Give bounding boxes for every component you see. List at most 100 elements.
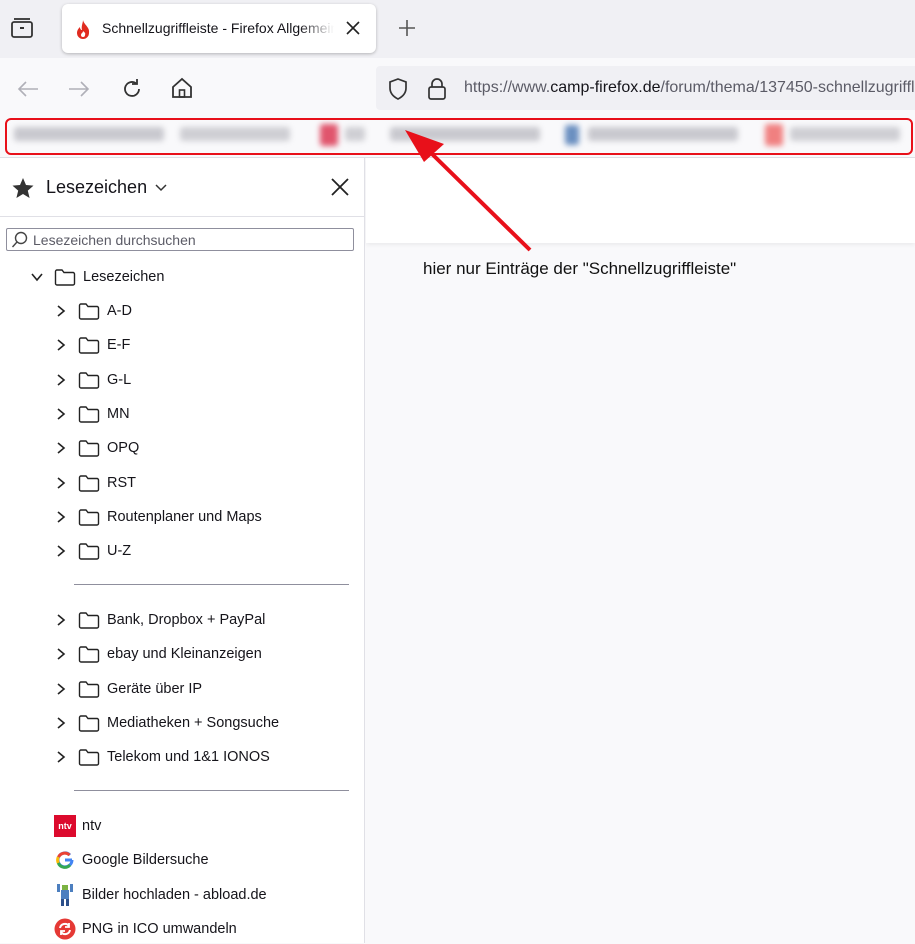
close-sidebar-icon[interactable] (330, 177, 350, 197)
forward-icon[interactable] (67, 79, 91, 99)
svg-text:ntv: ntv (58, 821, 72, 831)
chevron-right-icon[interactable] (54, 682, 68, 696)
bookmark-label: Bilder hochladen - abload.de (82, 886, 267, 903)
bookmark-item[interactable]: Bilder hochladen - abload.de (54, 880, 267, 910)
bookmark-search-input[interactable]: Lesezeichen durchsuchen (6, 228, 354, 251)
tree-folder[interactable]: Mediatheken + Songsuche (54, 708, 279, 738)
tree-folder[interactable]: Geräte über IP (54, 674, 202, 704)
tree-folder[interactable]: RST (54, 468, 136, 498)
folder-icon (78, 748, 100, 766)
chevron-down-icon[interactable] (30, 270, 44, 284)
tab-active[interactable]: Schnellzugriffleiste - Firefox Allgemein (62, 4, 376, 53)
firefox-view-icon[interactable] (10, 17, 34, 39)
abload-favicon-icon (54, 883, 76, 906)
folder-icon (78, 439, 100, 457)
folder-icon (78, 302, 100, 320)
page-content-header (366, 158, 915, 243)
search-placeholder: Lesezeichen durchsuchen (33, 231, 196, 248)
folder-icon (54, 268, 76, 286)
new-tab-icon[interactable] (397, 18, 417, 38)
folder-icon (78, 336, 100, 354)
folder-icon (78, 645, 100, 663)
folder-label: A-D (107, 303, 132, 319)
bookmark-item[interactable]: ntv ntv (54, 811, 101, 841)
annotation-text: hier nur Einträge der "Schnellzugrifflei… (423, 259, 737, 278)
tab-title: Schnellzugriffleiste - Firefox Allgemein (102, 20, 334, 36)
tree-folder[interactable]: ebay und Kleinanzeigen (54, 639, 262, 669)
folder-label: Bank, Dropbox + PayPal (107, 612, 266, 628)
tree-folder[interactable]: G-L (54, 365, 131, 395)
bookmark-label: PNG in ICO umwandeln (82, 920, 237, 937)
ntv-favicon-icon: ntv (54, 815, 76, 837)
tree-folder[interactable]: Telekom und 1&1 IONOS (54, 742, 270, 772)
bookmark-label: ntv (82, 818, 102, 834)
url-path: /forum/thema/137450-schnellzugriffleiste (660, 79, 915, 96)
folder-label: E-F (107, 337, 131, 354)
folder-label: Lesezeichen (83, 269, 165, 285)
divider (0, 216, 365, 217)
folder-label: U-Z (107, 543, 132, 560)
folder-label: Telekom und 1&1 IONOS (107, 749, 270, 766)
chevron-right-icon[interactable] (54, 441, 68, 455)
folder-icon (78, 714, 100, 732)
url-bar[interactable]: https://www.camp-firefox.de/forum/thema/… (376, 66, 915, 110)
sidebar-title: Lesezeichen (46, 177, 148, 197)
folder-label: RST (107, 474, 136, 491)
bookmarks-sidebar: Lesezeichen Lesezeichen durchsuchen Lese… (0, 158, 365, 943)
tree-folder[interactable]: A-D (54, 296, 132, 326)
folder-icon (78, 611, 100, 629)
folder-icon (78, 542, 100, 560)
back-icon[interactable] (16, 79, 40, 99)
chevron-right-icon[interactable] (54, 373, 68, 387)
chevron-right-icon[interactable] (54, 613, 68, 627)
tree-folder[interactable]: OPQ (54, 433, 139, 463)
chevron-right-icon[interactable] (54, 750, 68, 764)
chevron-right-icon[interactable] (54, 338, 68, 352)
folder-icon (78, 680, 100, 698)
tree-folder[interactable]: E-F (54, 330, 130, 360)
separator (74, 584, 349, 585)
folder-label: G-L (107, 371, 132, 388)
folder-label: Geräte über IP (107, 680, 203, 697)
chevron-right-icon[interactable] (54, 716, 68, 730)
bookmark-item[interactable]: PNG in ICO umwandeln (54, 914, 237, 944)
tab-bar: Schnellzugriffleiste - Firefox Allgemein (0, 0, 915, 58)
reload-icon[interactable] (120, 77, 144, 101)
folder-label: ebay und Kleinanzeigen (107, 646, 262, 663)
folder-icon (78, 405, 100, 423)
folder-label: MN (107, 405, 130, 422)
url-text: https://www.camp-firefox.de/forum/thema/… (464, 79, 915, 97)
bookmark-label: Google Bildersuche (82, 852, 209, 869)
chevron-right-icon[interactable] (54, 647, 68, 661)
chevron-right-icon[interactable] (54, 510, 68, 524)
chevron-right-icon[interactable] (54, 544, 68, 558)
url-domain: camp-firefox.de (550, 79, 661, 96)
separator (74, 790, 349, 791)
folder-icon (78, 508, 100, 526)
annotation-highlight-box (5, 118, 913, 155)
chevron-down-icon (155, 183, 167, 192)
chevron-right-icon[interactable] (54, 407, 68, 421)
shield-icon[interactable] (387, 77, 409, 101)
folder-icon (78, 371, 100, 389)
tree-folder[interactable]: MN (54, 399, 130, 429)
star-icon (11, 176, 35, 200)
lock-icon[interactable] (426, 77, 448, 101)
tree-folder[interactable]: Bank, Dropbox + PayPal (54, 605, 265, 635)
convert-favicon-icon (54, 918, 76, 940)
folder-label: Routenplaner und Maps (107, 508, 262, 525)
tree-folder[interactable]: U-Z (54, 536, 131, 566)
flame-favicon-icon (74, 19, 92, 39)
sidebar-switcher[interactable]: Lesezeichen (46, 177, 167, 198)
folder-icon (78, 474, 100, 492)
folder-label: OPQ (107, 440, 140, 457)
chevron-right-icon[interactable] (54, 304, 68, 318)
bookmark-item[interactable]: Google Bildersuche (54, 845, 209, 875)
url-prefix: https://www. (464, 79, 551, 96)
tree-folder[interactable]: Routenplaner und Maps (54, 502, 262, 532)
close-tab-icon[interactable] (345, 20, 361, 36)
chevron-right-icon[interactable] (54, 476, 68, 490)
google-favicon-icon (54, 849, 76, 871)
home-icon[interactable] (170, 76, 194, 100)
tree-folder-lesezeichen[interactable]: Lesezeichen (30, 262, 164, 292)
